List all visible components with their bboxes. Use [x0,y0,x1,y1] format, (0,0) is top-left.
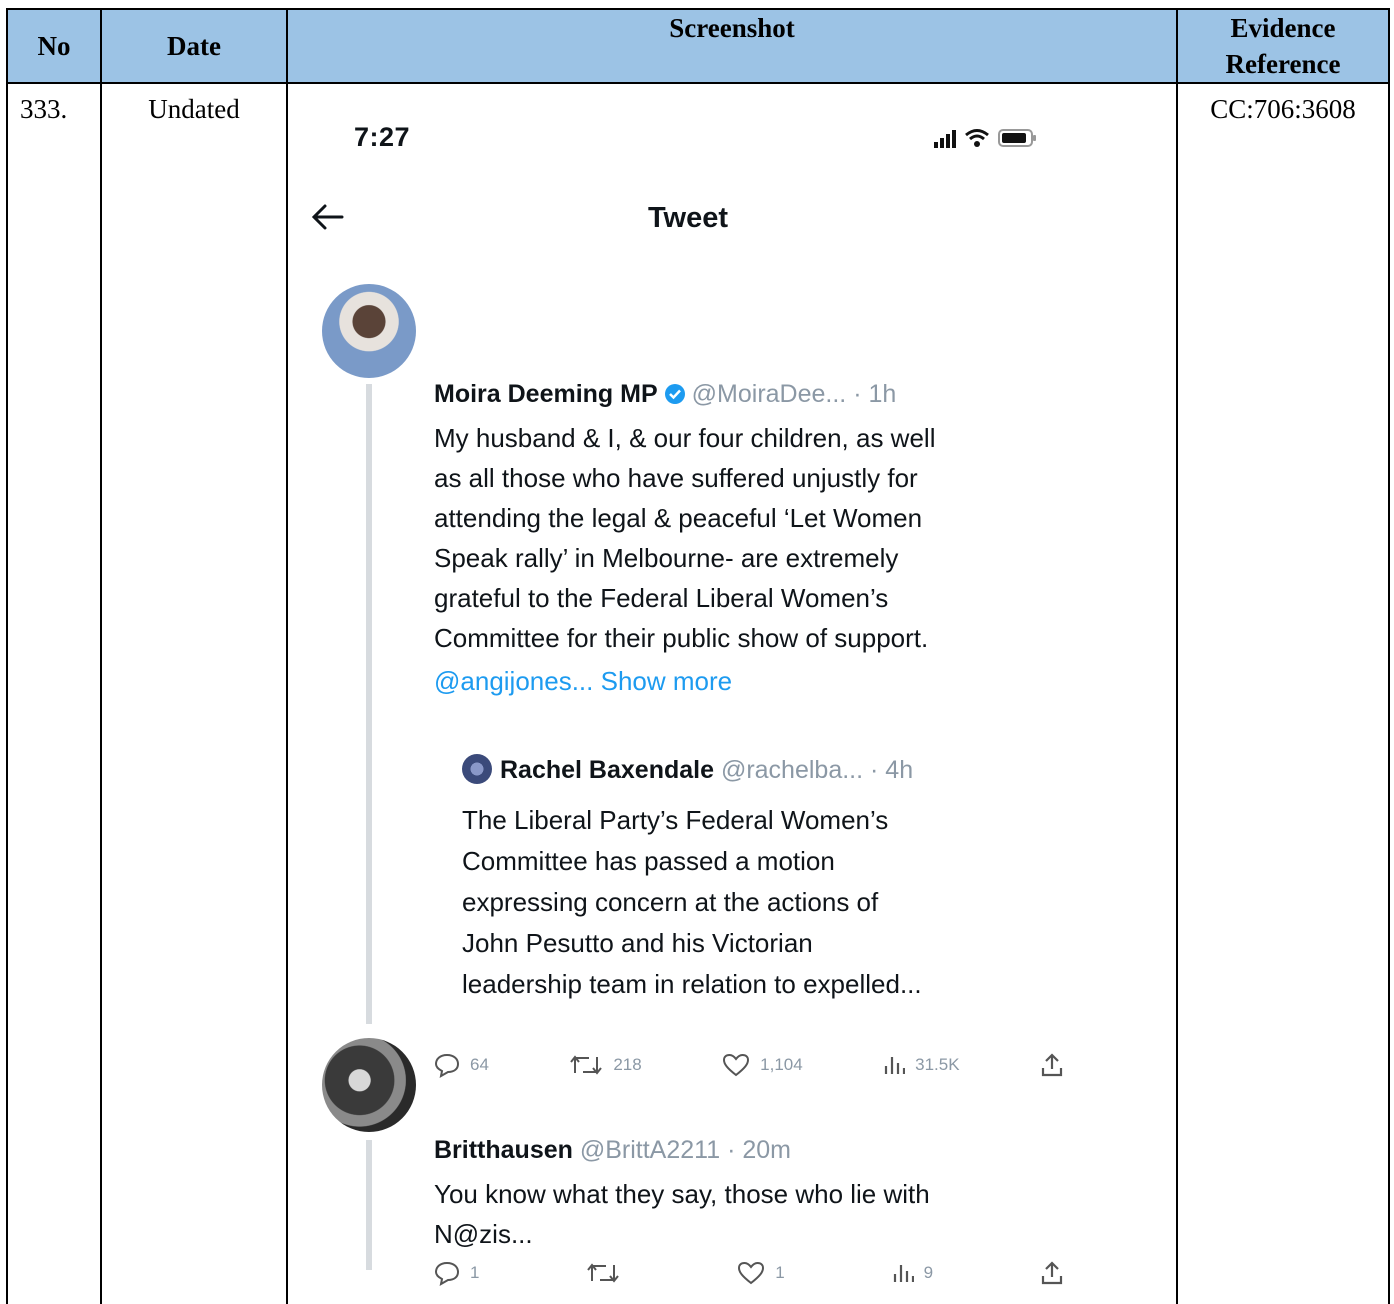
thread-line [366,1140,372,1270]
tweet-line: as all those who have suffered unjustly … [434,463,918,493]
reply-header: Britthausen @BrittA2211 · 20m [434,1136,791,1165]
retweet-button[interactable] [586,1261,630,1285]
quote-line: The Liberal Party’s Federal Women’s [462,805,889,835]
like-count: 1 [775,1263,785,1282]
quote-line: Committee has passed a motion [462,846,835,876]
tweet-line: grateful to the Federal Liberal Women’s [434,583,889,613]
reply-button[interactable]: 64 [434,1052,489,1078]
quote-header[interactable]: Rachel Baxendale @rachelba... · 4h [462,754,913,785]
quote-line: expressing concern at the actions of [462,887,879,917]
tweet-line: My husband & I, & our four children, as … [434,423,936,453]
reply-author-handle[interactable]: @BrittA2211 [580,1136,720,1164]
tweet-actions: 64 218 1,104 31.5K [434,1052,1064,1078]
like-button[interactable]: 1 [737,1261,785,1285]
header-evidence-reference: Evidence Reference [1176,8,1390,84]
verified-badge-icon [664,384,685,404]
share-button[interactable] [1040,1260,1064,1286]
phone-screenshot: 7:27 Tweet Moira Deeming MP @MoiraDee... … [289,85,1175,1294]
retweet-count: 218 [613,1055,642,1074]
reply-line: N@zis... [434,1219,533,1249]
views-button[interactable]: 9 [892,1262,933,1284]
header-screenshot: Screenshot [286,8,1178,84]
quote-line: leadership team in relation to expelled.… [462,969,922,999]
reply-author-name[interactable]: Britthausen [434,1136,573,1164]
views-count: 9 [923,1263,934,1282]
show-more-link[interactable]: Show more [601,666,733,696]
reply-button[interactable]: 1 [434,1260,479,1286]
tweet-line: attending the legal & peaceful ‘Let Wome… [434,503,923,533]
like-count: 1,104 [760,1055,803,1074]
quote-age: · 4h [870,756,914,784]
retweet-icon [587,1263,620,1283]
author-name[interactable]: Moira Deeming MP [434,380,658,408]
share-icon [1041,1053,1063,1077]
quote-text[interactable]: The Liberal Party’s Federal Women’s Comm… [462,800,1062,1005]
tweet-age: · 1h [853,380,897,408]
share-icon [1041,1261,1063,1285]
row-number: 333. [6,82,102,1304]
table-row: 333. Undated 7:27 Tweet Moira Deeming MP… [6,82,1390,1304]
like-button[interactable]: 1,104 [722,1053,803,1077]
mention-line: @angijones... Show more [434,666,732,697]
avatar-rachel [462,754,492,784]
author-handle[interactable]: @MoiraDee... [692,380,847,408]
reply-actions: 1 1 9 [434,1260,1064,1286]
row-date: Undated [100,82,288,1304]
tweet-line: Speak rally’ in Melbourne- are extremely [434,543,899,573]
thread-line [366,384,372,1024]
retweet-icon [570,1055,603,1075]
battery-icon [998,128,1038,148]
evidence-table: No Date Screenshot Evidence Reference 33… [6,8,1390,1304]
reply-line: You know what they say, those who lie wi… [434,1179,930,1209]
page-title: Tweet [647,202,729,234]
quote-author-name: Rachel Baxendale [500,756,714,784]
share-button[interactable] [1040,1052,1064,1078]
reply-age: · 20m [727,1136,791,1164]
reply-text: You know what they say, those who lie wi… [434,1174,1074,1254]
header-row: No Date Screenshot Evidence Reference [6,8,1390,84]
reply-count: 1 [470,1263,480,1282]
row-evidence-reference: CC:706:3608 [1176,82,1390,1304]
tweet-header: Moira Deeming MP @MoiraDee... · 1h [434,380,896,409]
status-time: 7:27 [354,122,411,152]
tweet-text: My husband & I, & our four children, as … [434,418,1074,658]
mention-link[interactable]: @angijones... [434,666,593,696]
retweet-button[interactable]: 218 [569,1053,642,1077]
views-chart-icon [893,1265,914,1282]
header-no: No [6,8,102,84]
views-button[interactable]: 31.5K [883,1054,960,1076]
reply-icon [434,1261,460,1286]
status-icons [934,128,1038,148]
avatar-britthausen[interactable] [322,1038,416,1132]
wifi-icon [964,128,990,148]
quote-author-handle: @rachelba... [720,756,864,784]
reply-icon [434,1053,460,1078]
views-count: 31.5K [915,1055,960,1074]
reply-count: 64 [470,1055,489,1074]
quote-line: John Pesutto and his Victorian [462,928,813,958]
screenshot-cell: 7:27 Tweet Moira Deeming MP @MoiraDee... … [286,82,1178,1304]
heart-icon [738,1261,765,1285]
tweet-line: Committee for their public show of suppo… [434,623,929,653]
signal-icon [934,130,956,148]
avatar-moira[interactable] [322,284,416,378]
heart-icon [723,1053,750,1077]
header-date: Date [100,8,288,84]
views-chart-icon [885,1057,906,1074]
